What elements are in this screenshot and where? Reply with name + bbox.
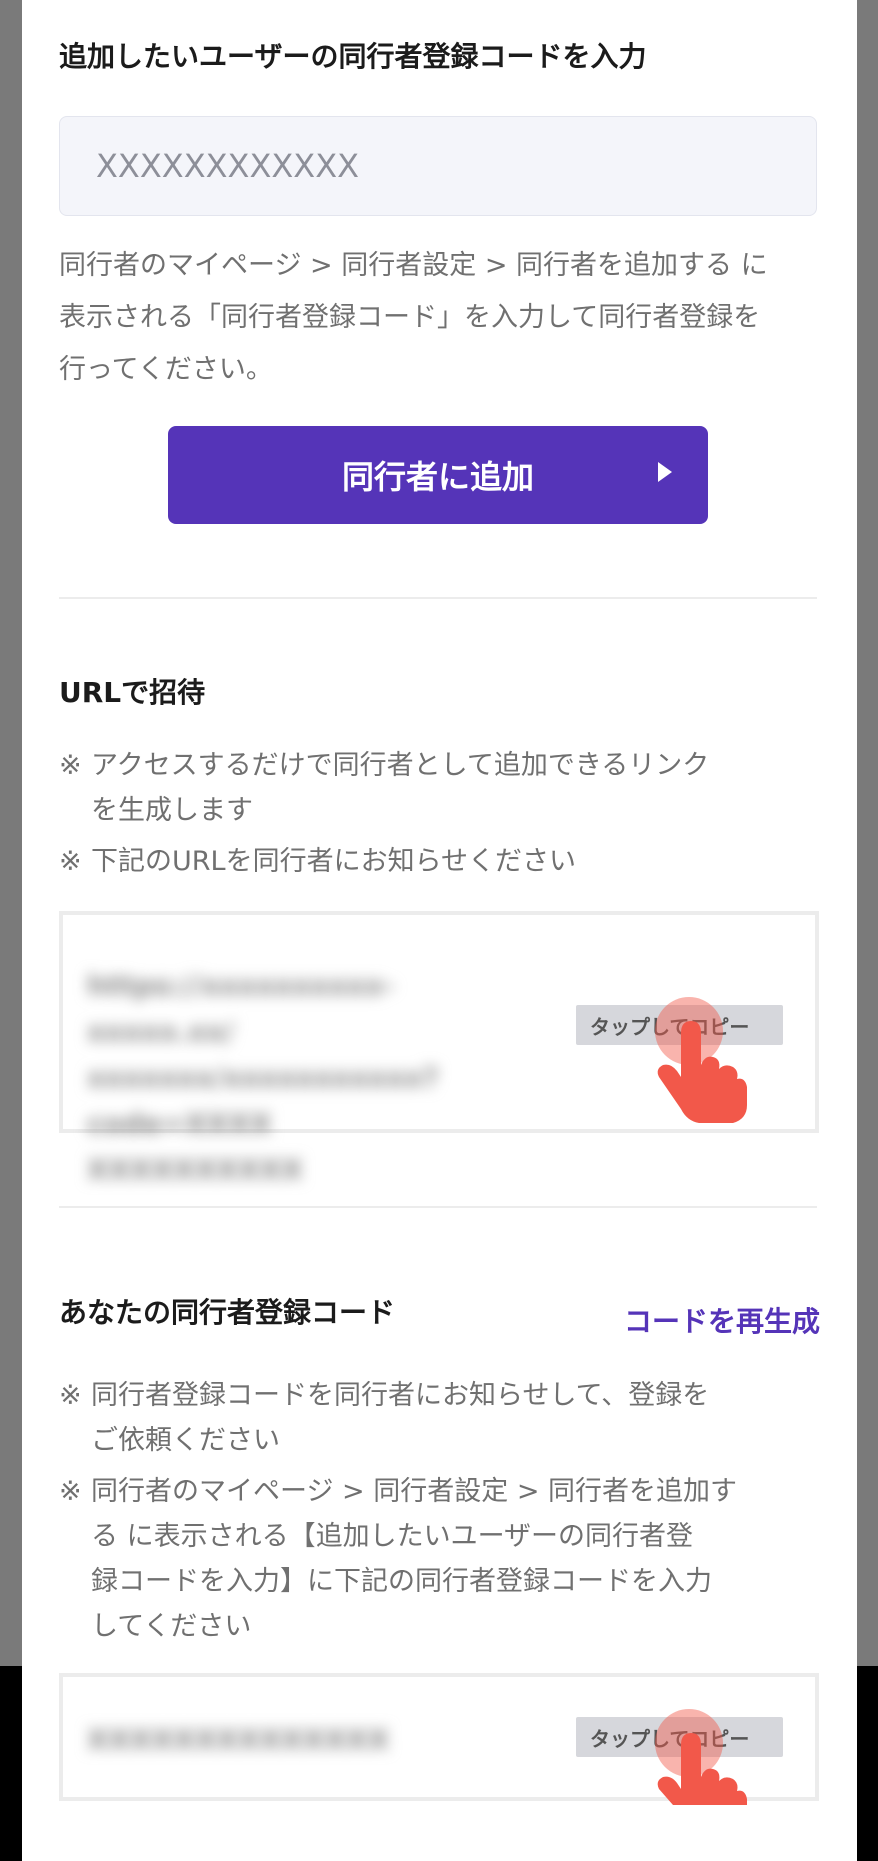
add-help-line: 表示される「同行者登録コード」を入力して同行者登録を bbox=[59, 302, 761, 333]
code-notes: ※ 同行者登録コードを同行者にお知らせして、登録を ご依頼ください ※ 同行者の… bbox=[59, 1373, 819, 1649]
add-help-text: 同行者のマイページ > 同行者設定 > 同行者を追加する に 表示される「同行者… bbox=[59, 240, 819, 396]
divider bbox=[59, 1206, 817, 1208]
note-item: ※ 同行者のマイページ > 同行者設定 > 同行者を追加す る に表示される【追… bbox=[59, 1476, 738, 1642]
add-help-line: 行ってください。 bbox=[59, 354, 273, 385]
companion-code-box[interactable]: XXXXXXXXXXXXXX タップしてコピー bbox=[59, 1673, 819, 1805]
add-section-title: 追加したいユーザーの同行者登録コードを入力 bbox=[59, 40, 647, 73]
play-arrow-icon bbox=[658, 462, 672, 482]
invite-url-text: https://xxxxxxxxxx-xxxxx.xx/ xxxxxxx/xxx… bbox=[87, 969, 439, 1186]
companion-code-input[interactable] bbox=[96, 147, 716, 185]
regenerate-code-link[interactable]: コードを再生成 bbox=[624, 1300, 820, 1340]
note-item: ※ アクセスするだけで同行者として追加できるリンク を生成します bbox=[59, 750, 710, 826]
invite-url-box[interactable]: https://xxxxxxxxxx-xxxxx.xx/ xxxxxxx/xxx… bbox=[59, 911, 819, 1186]
add-help-line: 同行者のマイページ > 同行者設定 > 同行者を追加する に bbox=[59, 250, 768, 281]
companion-code-input-box[interactable] bbox=[59, 116, 817, 216]
url-section-title: URLで招待 bbox=[59, 676, 206, 709]
add-companion-button-label: 同行者に追加 bbox=[341, 458, 534, 496]
note-item: ※ 同行者登録コードを同行者にお知らせして、登録を ご依頼ください bbox=[59, 1380, 710, 1456]
url-notes: ※ アクセスするだけで同行者として追加できるリンク を生成します ※ 下記のUR… bbox=[59, 743, 819, 884]
companion-code-value: XXXXXXXXXXXXXX bbox=[87, 1723, 390, 1756]
tap-hand-icon bbox=[655, 1709, 747, 1805]
add-companion-button[interactable]: 同行者に追加 bbox=[168, 426, 708, 524]
modal-sheet: 追加したいユーザーの同行者登録コードを入力 同行者のマイページ > 同行者設定 … bbox=[22, 0, 857, 1861]
note-item: ※ 下記のURLを同行者にお知らせください bbox=[59, 846, 577, 877]
divider bbox=[59, 597, 817, 599]
tap-hand-icon bbox=[655, 997, 747, 1123]
